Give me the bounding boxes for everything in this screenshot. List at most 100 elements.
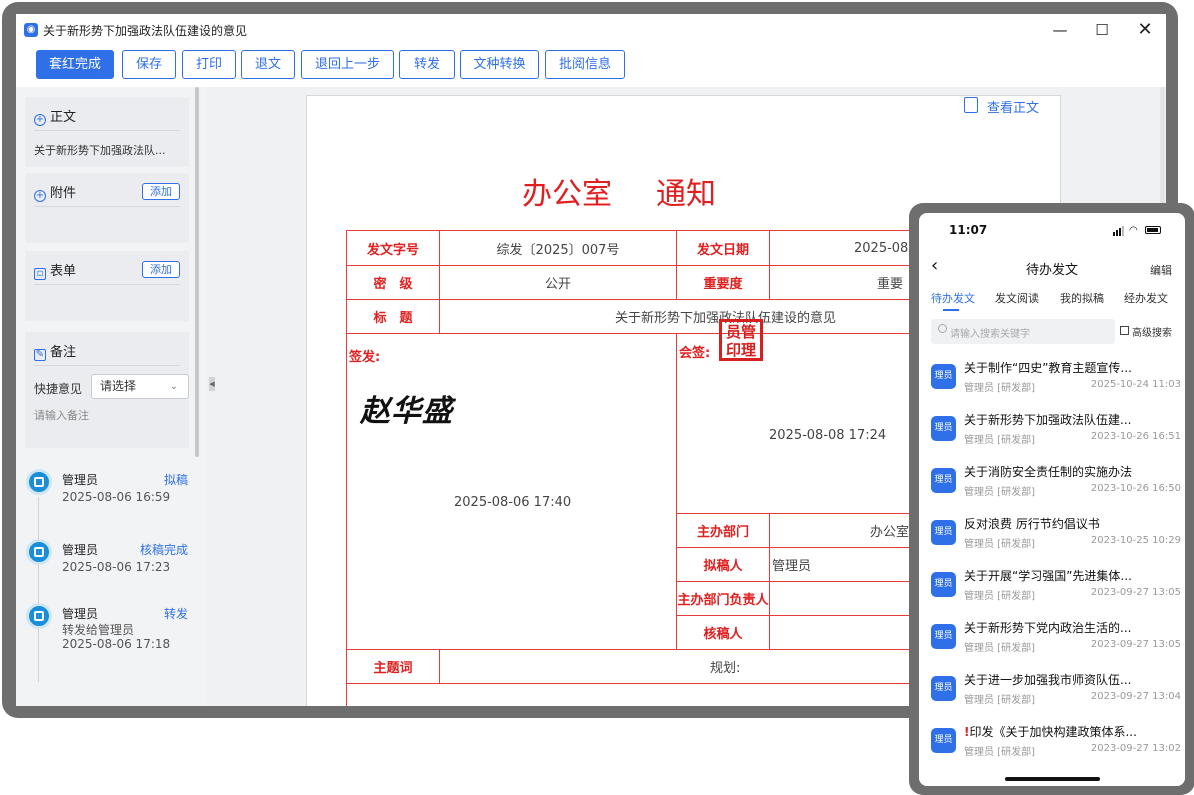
countersign-time: 2025-08-08 17:24 xyxy=(769,428,887,443)
form-section: ▫ 表单 添加 xyxy=(25,251,189,321)
add-attachment-button[interactable]: 添加 xyxy=(142,183,180,200)
timeline-item: 管理员 转发 转发给管理员 2025-08-06 17:18 xyxy=(26,603,196,683)
tab-my-drafts[interactable]: 我的拟稿 xyxy=(1060,290,1104,306)
item-meta: 管理员 [研发部] xyxy=(964,643,1035,654)
document-view-icon xyxy=(964,97,978,113)
mobile-app-screen: 11:07 ◠ ‹ 待办发文 编辑 待办发文 发文阅读 我的拟稿 经办发文 请输… xyxy=(919,213,1185,786)
chevron-down-icon: ⌄ xyxy=(169,381,178,392)
list-item[interactable]: 理员 关于消防安全责任制的实施办法 管理员 [研发部] 2023-10-26 1… xyxy=(931,461,1181,509)
divider xyxy=(34,130,180,131)
timeline-action: 转发 xyxy=(163,607,188,621)
minimize-button[interactable]: — xyxy=(1048,18,1072,42)
edit-button[interactable]: 编辑 xyxy=(1150,262,1172,278)
list-item[interactable]: 理员 关于开展“学习强国”先进集体... 管理员 [研发部] 2023-09-2… xyxy=(931,565,1181,613)
quick-opinion-select[interactable]: 请选择 ⌄ xyxy=(91,374,189,399)
collapse-panel-handle[interactable]: ◀ xyxy=(209,377,215,391)
review-info-button[interactable]: 批阅信息 xyxy=(545,50,625,79)
forward-button[interactable]: 转发 xyxy=(399,50,455,79)
home-indicator xyxy=(1005,777,1100,781)
body-section-label: 正文 xyxy=(50,110,77,125)
list-item[interactable]: 理员 关于新形势下党内政治生活的... 管理员 [研发部] 2023-09-27… xyxy=(931,617,1181,665)
seal-line-2: 印理 xyxy=(725,341,756,359)
status-time: 11:07 xyxy=(949,223,988,237)
heading-notice: 通知 xyxy=(656,177,716,212)
battery-icon xyxy=(1145,226,1161,234)
divider xyxy=(34,365,180,366)
active-tab-indicator xyxy=(943,309,959,311)
attachment-section-label: 附件 xyxy=(50,186,77,201)
body-file-link[interactable]: 关于新形势下加强政法队... xyxy=(34,142,166,158)
remark-input[interactable]: 请输入备注 xyxy=(34,407,89,423)
window-title: 关于新形势下加强政法队伍建设的意见 xyxy=(43,24,248,38)
save-button[interactable]: 保存 xyxy=(122,50,176,79)
item-title: 关于进一步加强我市师资队伍... xyxy=(964,673,1132,687)
item-date: 2023-10-26 16:51 xyxy=(1090,431,1181,442)
edit-icon: ✎ xyxy=(34,349,46,361)
document-heading: 办公室 通知 xyxy=(307,169,931,213)
item-title: 关于新形势下加强政法队伍建... xyxy=(964,413,1132,427)
plus-circle-icon: + xyxy=(34,114,46,126)
left-panel: + 正文 关于新形势下加强政法队... + 附件 添加 ▫ 表单 添加 ✎ 备注 快捷意… xyxy=(16,87,206,706)
close-button[interactable]: ✕ xyxy=(1133,18,1157,42)
item-meta: 管理员 [研发部] xyxy=(964,383,1035,394)
return-document-button[interactable]: 退文 xyxy=(241,50,295,79)
plus-circle-icon: + xyxy=(34,190,46,202)
avatar xyxy=(26,603,52,629)
divider xyxy=(34,206,180,207)
left-panel-scrollbar[interactable] xyxy=(195,87,199,457)
doc-no-label: 发文字号 xyxy=(347,231,440,266)
item-meta: 管理员 [研发部] xyxy=(964,747,1035,758)
add-form-button[interactable]: 添加 xyxy=(142,261,180,278)
advanced-search-button[interactable]: 高级搜索 xyxy=(1132,324,1172,339)
view-body-link[interactable]: 查看正文 xyxy=(987,97,1039,116)
timeline-user: 管理员 xyxy=(62,607,99,621)
remark-section: ✎ 备注 快捷意见 请选择 ⌄ 请输入备注 xyxy=(25,332,189,448)
item-meta: 管理员 [研发部] xyxy=(964,487,1035,498)
tab-handled[interactable]: 经办发文 xyxy=(1124,290,1168,306)
search-icon xyxy=(938,324,947,333)
list-item[interactable]: 理员 关于制作“四史”教育主题宣传... 管理员 [研发部] 2025-10-2… xyxy=(931,357,1181,405)
doc-type-convert-button[interactable]: 文种转换 xyxy=(460,50,539,79)
timeline-user: 管理员 xyxy=(62,543,99,557)
timeline-time: 2025-08-06 17:23 xyxy=(62,560,171,574)
item-meta: 管理员 [研发部] xyxy=(964,539,1035,550)
drafter-label: 拟稿人 xyxy=(677,548,770,582)
wifi-icon: ◠ xyxy=(1129,225,1138,236)
mobile-page-title: 待办发文 xyxy=(1025,263,1078,278)
user-badge: 理员 xyxy=(931,416,956,441)
tab-reading[interactable]: 发文阅读 xyxy=(995,290,1039,306)
divider xyxy=(34,284,180,285)
print-button[interactable]: 打印 xyxy=(182,50,236,79)
sign-off-area: 签发: xyxy=(347,334,677,650)
item-date: 2025-10-24 11:03 xyxy=(1090,379,1181,390)
timeline-time: 2025-08-06 16:59 xyxy=(62,490,171,504)
item-meta: 管理员 [研发部] xyxy=(964,695,1035,706)
return-previous-step-button[interactable]: 退回上一步 xyxy=(301,50,394,79)
avatar xyxy=(26,539,52,565)
secret-level-value: 公开 xyxy=(440,266,677,300)
finish-red-header-button[interactable]: 套红完成 xyxy=(36,50,114,79)
form-section-label: 表单 xyxy=(50,264,77,279)
item-title: 反对浪费 厉行节约倡议书 xyxy=(964,517,1100,531)
form-section-header: ▫ 表单 xyxy=(34,260,77,280)
maximize-button[interactable]: ☐ xyxy=(1090,18,1114,42)
attachment-section: + 附件 添加 xyxy=(25,173,189,243)
quick-opinion-value: 请选择 xyxy=(100,379,137,393)
tab-pending[interactable]: 待办发文 xyxy=(931,290,975,306)
item-title: 关于开展“学习强国”先进集体... xyxy=(964,569,1132,583)
item-title: 关于消防安全责任制的实施办法 xyxy=(964,465,1133,479)
handwritten-signature: 赵华盛 xyxy=(360,394,453,429)
list-item[interactable]: 理员 关于新形势下加强政法队伍建... 管理员 [研发部] 2023-10-26… xyxy=(931,409,1181,457)
list-item[interactable]: 理员 关于进一步加强我市师资队伍... 管理员 [研发部] 2023-09-27… xyxy=(931,669,1181,717)
sign-off-label: 签发: xyxy=(349,350,381,365)
heading-office: 办公室 xyxy=(522,177,612,212)
sign-off-time: 2025-08-06 17:40 xyxy=(454,495,572,510)
search-input[interactable]: 请输入搜索关键字 xyxy=(931,319,1115,344)
user-badge: 理员 xyxy=(931,520,956,545)
item-date: 2023-09-27 13:02 xyxy=(1090,743,1181,754)
item-meta: 管理员 [研发部] xyxy=(964,435,1035,446)
phone-frame: 11:07 ◠ ‹ 待办发文 编辑 待办发文 发文阅读 我的拟稿 经办发文 请输… xyxy=(909,203,1194,795)
list-item[interactable]: 理员 !印发《关于加快构建政策体系... 管理员 [研发部] 2023-09-2… xyxy=(931,721,1181,769)
item-title: 关于制作“四史”教育主题宣传... xyxy=(964,361,1132,375)
list-item[interactable]: 理员 反对浪费 厉行节约倡议书 管理员 [研发部] 2023-10-25 10:… xyxy=(931,513,1181,561)
